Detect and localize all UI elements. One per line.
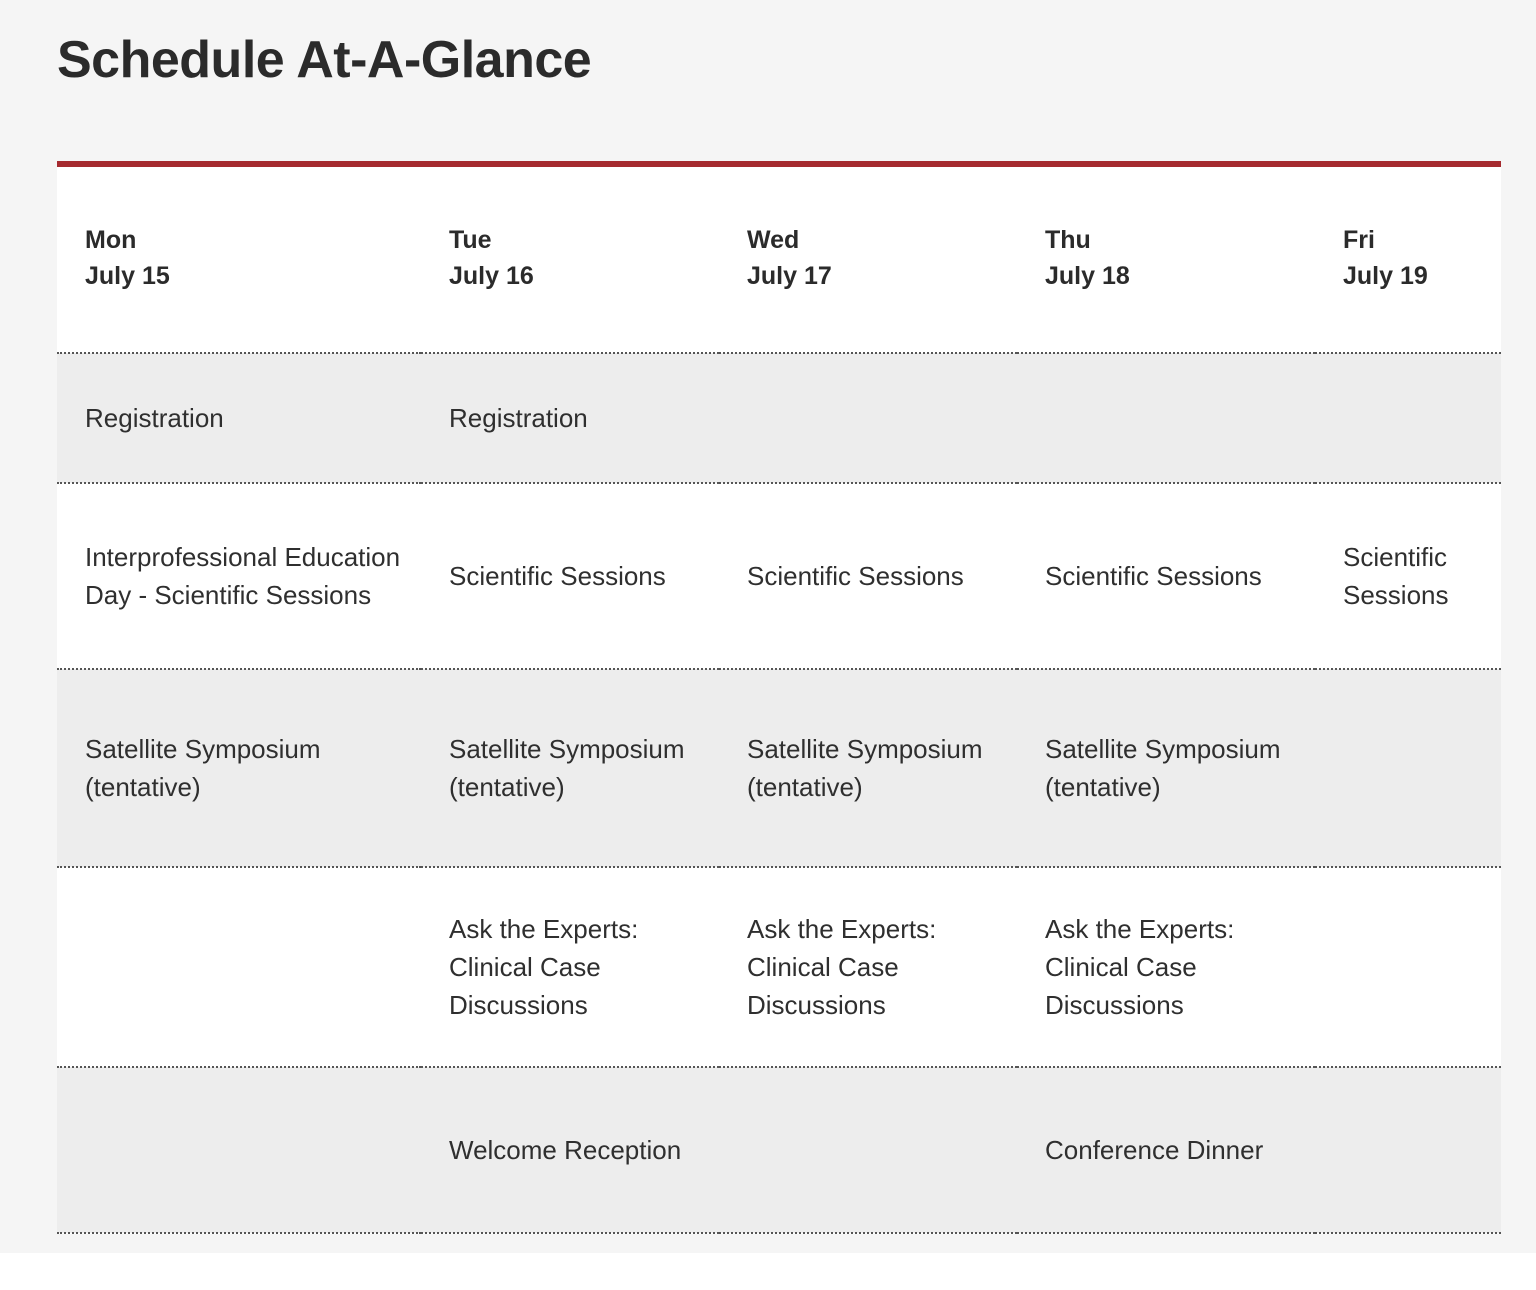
schedule-table-header: Mon July 15 Tue July 16 Wed July 17 Thu … — [57, 164, 1501, 354]
schedule-cell-scientific-sessions-fri: Scientific Sessions — [1315, 483, 1501, 670]
table-row: Registration Registration — [57, 353, 1501, 484]
column-header-tue: Tue July 16 — [421, 164, 719, 354]
column-header-tue-date: July 16 — [449, 261, 534, 290]
column-header-tue-dow: Tue — [449, 226, 492, 254]
schedule-cell-registration-fri — [1315, 353, 1501, 484]
schedule-cell-satellite-symposium-mon: Satellite Symposium (tentative) — [57, 669, 421, 868]
schedule-cell-scientific-sessions-thu: Scientific Sessions — [1017, 483, 1315, 670]
schedule-cell-social-events-tue: Welcome Reception — [421, 1067, 719, 1234]
column-header-fri-dow: Fri — [1343, 226, 1375, 254]
schedule-cell-social-events-fri — [1315, 1067, 1501, 1234]
schedule-cell-satellite-symposium-wed: Satellite Symposium (tentative) — [719, 669, 1017, 868]
schedule-cell-ask-the-experts-wed: Ask the Experts: Clinical Case Discussio… — [719, 867, 1017, 1068]
schedule-cell-ask-the-experts-fri — [1315, 867, 1501, 1068]
schedule-cell-satellite-symposium-thu: Satellite Symposium (tentative) — [1017, 669, 1315, 868]
schedule-cell-scientific-sessions-wed: Scientific Sessions — [719, 483, 1017, 670]
schedule-table-body: Registration Registration Interprofessio… — [57, 353, 1501, 1234]
schedule-cell-ask-the-experts-tue: Ask the Experts: Clinical Case Discussio… — [421, 867, 719, 1068]
table-row: Satellite Symposium (tentative) Satellit… — [57, 669, 1501, 868]
column-header-wed-dow: Wed — [747, 226, 800, 254]
page-content: Schedule At-A-Glance Mon July 15 Tue Jul… — [0, 0, 1536, 1234]
schedule-table: Mon July 15 Tue July 16 Wed July 17 Thu … — [57, 161, 1501, 1234]
column-header-thu: Thu July 18 — [1017, 164, 1315, 354]
schedule-cell-registration-tue: Registration — [421, 353, 719, 484]
schedule-cell-registration-thu — [1017, 353, 1315, 484]
column-header-mon-date: July 15 — [85, 261, 170, 290]
schedule-cell-satellite-symposium-fri — [1315, 669, 1501, 868]
table-row: Welcome Reception Conference Dinner — [57, 1067, 1501, 1234]
schedule-cell-scientific-sessions-mon: Interprofessional Education Day - Scient… — [57, 483, 421, 670]
column-header-fri-date: July 19 — [1343, 261, 1428, 290]
schedule-page: Schedule At-A-Glance Mon July 15 Tue Jul… — [0, 0, 1536, 1290]
schedule-cell-ask-the-experts-thu: Ask the Experts: Clinical Case Discussio… — [1017, 867, 1315, 1068]
page-title: Schedule At-A-Glance — [57, 31, 592, 89]
column-header-thu-date: July 18 — [1045, 261, 1130, 290]
column-header-wed: Wed July 17 — [719, 164, 1017, 354]
column-header-fri: Fri July 19 — [1315, 164, 1501, 354]
column-header-thu-dow: Thu — [1045, 226, 1091, 254]
schedule-cell-registration-mon: Registration — [57, 353, 421, 484]
schedule-cell-social-events-mon — [57, 1067, 421, 1234]
column-header-mon: Mon July 15 — [57, 164, 421, 354]
table-header-row: Mon July 15 Tue July 16 Wed July 17 Thu … — [57, 164, 1501, 354]
schedule-cell-registration-wed — [719, 353, 1017, 484]
column-header-mon-dow: Mon — [85, 226, 137, 254]
column-header-wed-date: July 17 — [747, 261, 832, 290]
table-row: Interprofessional Education Day - Scient… — [57, 483, 1501, 670]
schedule-cell-scientific-sessions-tue: Scientific Sessions — [421, 483, 719, 670]
schedule-cell-satellite-symposium-tue: Satellite Symposium (tentative) — [421, 669, 719, 868]
schedule-cell-ask-the-experts-mon — [57, 867, 421, 1068]
schedule-cell-social-events-thu: Conference Dinner — [1017, 1067, 1315, 1234]
table-row: Ask the Experts: Clinical Case Discussio… — [57, 867, 1501, 1068]
schedule-table-wrapper: Mon July 15 Tue July 16 Wed July 17 Thu … — [57, 161, 1501, 1234]
schedule-cell-social-events-wed — [719, 1067, 1017, 1234]
